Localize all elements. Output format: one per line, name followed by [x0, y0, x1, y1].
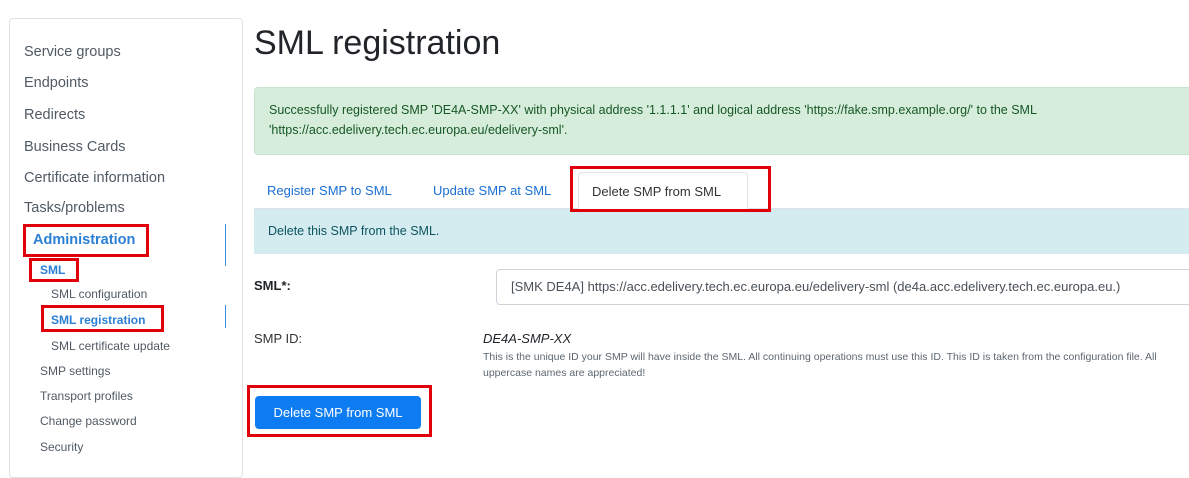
sidebar-item-service-groups[interactable]: Service groups [24, 44, 121, 60]
sidebar-item-endpoints[interactable]: Endpoints [24, 75, 89, 91]
sml-field-label: SML*: [254, 278, 291, 293]
info-alert: Delete this SMP from the SML. [254, 209, 1189, 254]
tab-register-smp[interactable]: Register SMP to SML [267, 172, 392, 209]
page-title: SML registration [254, 24, 501, 62]
top-bar [0, 0, 1189, 10]
success-alert: Successfully registered SMP 'DE4A-SMP-XX… [254, 87, 1189, 155]
sidebar-item-tasks-problems[interactable]: Tasks/problems [24, 200, 125, 216]
sml-select-value: [SMK DE4A] https://acc.edelivery.tech.ec… [511, 279, 1121, 294]
sidebar-item-smp-settings[interactable]: SMP settings [40, 364, 110, 378]
smp-id-label: SMP ID: [254, 331, 303, 346]
delete-smp-button[interactable]: Delete SMP from SML [255, 396, 421, 429]
sidebar-item-certificate-information[interactable]: Certificate information [24, 170, 165, 186]
sidebar-item-sml-configuration[interactable]: SML configuration [51, 287, 147, 301]
sidebar-item-security[interactable]: Security [40, 440, 83, 454]
sml-select[interactable]: [SMK DE4A] https://acc.edelivery.tech.ec… [496, 269, 1189, 305]
active-indicator-administration [225, 224, 226, 266]
success-alert-text: Successfully registered SMP 'DE4A-SMP-XX… [269, 103, 1037, 137]
sidebar-item-transport-profiles[interactable]: Transport profiles [40, 389, 133, 403]
sidebar-item-sml-registration[interactable]: SML registration [51, 313, 145, 327]
sidebar-item-change-password[interactable]: Change password [40, 414, 137, 428]
sidebar-item-administration[interactable]: Administration [33, 232, 135, 248]
smp-id-help-text: This is the unique ID your SMP will have… [483, 351, 1157, 379]
tab-update-smp[interactable]: Update SMP at SML [433, 172, 551, 209]
smp-id-value: DE4A-SMP-XX [483, 331, 572, 346]
info-alert-text: Delete this SMP from the SML. [268, 224, 440, 238]
sidebar-item-sml-certificate-update[interactable]: SML certificate update [51, 339, 170, 353]
sidebar-item-redirects[interactable]: Redirects [24, 107, 85, 123]
active-indicator-sml-registration [225, 305, 226, 328]
sidebar-item-business-cards[interactable]: Business Cards [24, 139, 126, 155]
sidebar-item-sml[interactable]: SML [40, 263, 65, 277]
tab-delete-smp[interactable]: Delete SMP from SML [578, 172, 748, 209]
